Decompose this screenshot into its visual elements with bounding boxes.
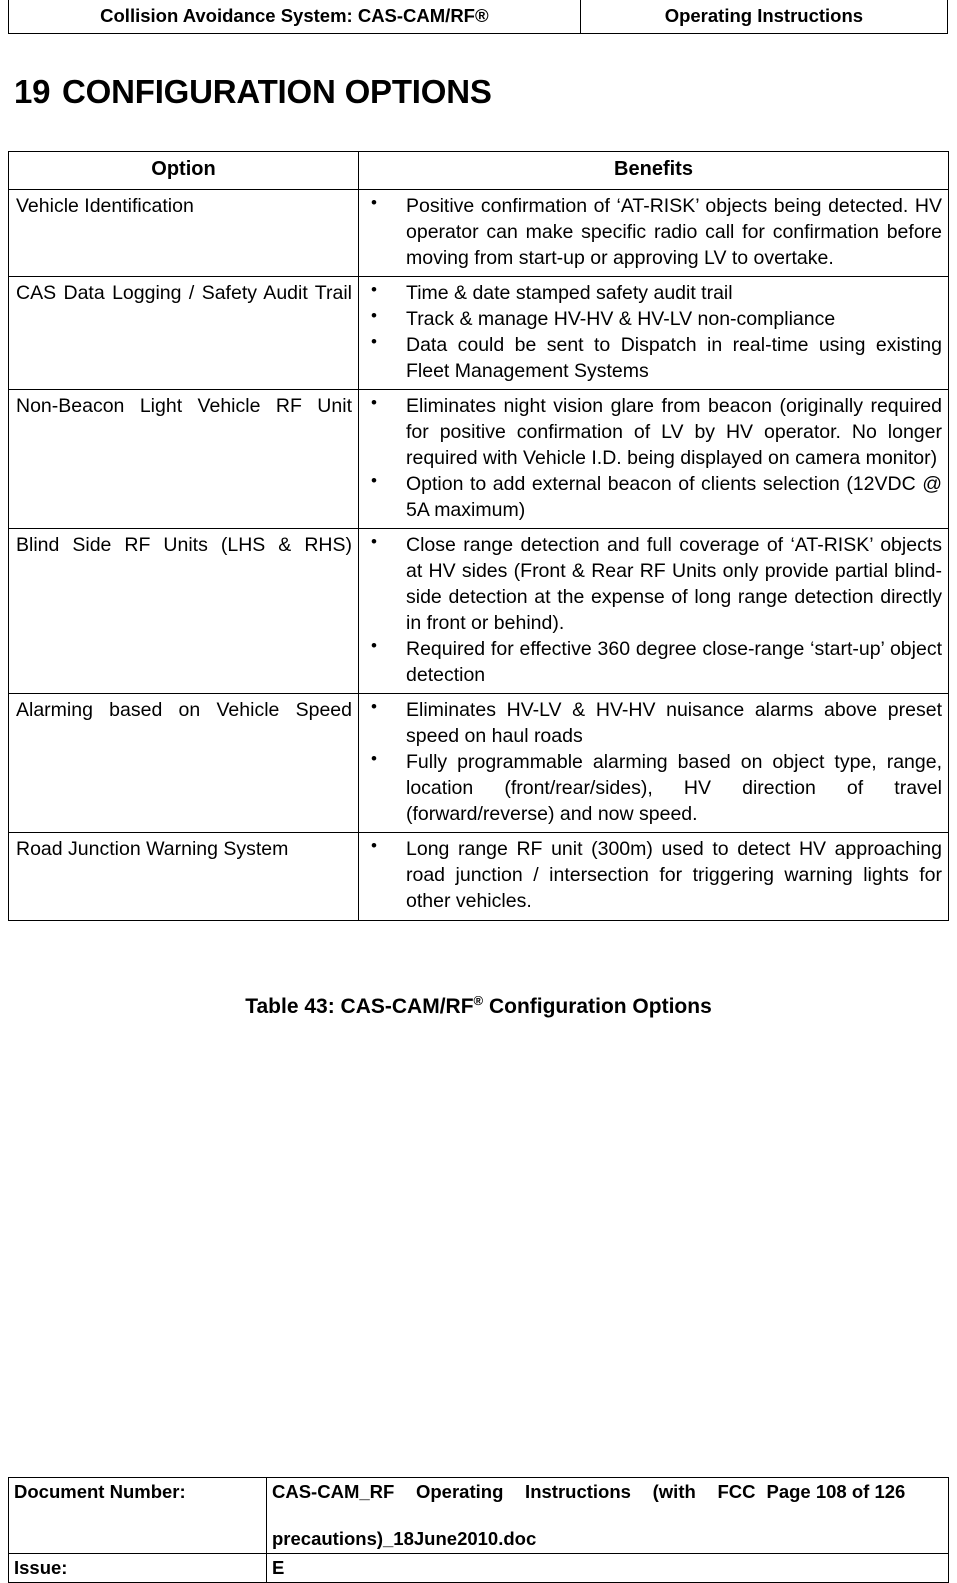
option-cell: Blind Side RF Units (LHS & RHS) <box>8 528 359 695</box>
benefits-list: Time & date stamped safety audit trail T… <box>359 277 948 389</box>
benefits-list: Long range RF unit (300m) used to detect… <box>359 833 948 919</box>
header-right-title: Operating Instructions <box>664 5 864 26</box>
benefit-item: Track & manage HV-HV & HV-LV non-complia… <box>359 305 942 332</box>
benefits-cell: Close range detection and full coverage … <box>358 528 949 695</box>
option-name: Alarming based on Vehicle Speed <box>16 699 352 722</box>
benefits-cell: Positive confirmation of ‘AT-RISK’ objec… <box>358 188 949 277</box>
footer-docnumber-line1: CAS-CAM_RF Operating Instructions (with … <box>272 1481 756 1502</box>
benefits-cell: Long range RF unit (300m) used to detect… <box>358 832 949 921</box>
benefit-item: Data could be sent to Dispatch in real-t… <box>359 331 942 384</box>
benefits-cell: Eliminates HV-LV & HV-HV nuisance alarms… <box>358 693 949 834</box>
footer-issue-row: Issue: E <box>8 1553 949 1583</box>
caption-registered-icon: ® <box>473 993 484 1008</box>
table-row: Alarming based on Vehicle Speed Eliminat… <box>8 693 949 834</box>
configuration-options-table: Option Benefits Vehicle Identification P… <box>8 151 949 921</box>
column-header-benefits: Benefits <box>358 151 949 190</box>
footer-docnumber-value: CAS-CAM_RF Operating Instructions (with … <box>266 1476 759 1555</box>
option-name: CAS Data Logging / Safety Audit Trail <box>16 281 352 304</box>
caption-prefix: Table 43: CAS-CAM/RF <box>245 995 474 1018</box>
benefit-item: Fully programmable alarming based on obj… <box>359 748 942 827</box>
footer-issue-label: Issue: <box>8 1553 267 1583</box>
option-cell: Vehicle Identification <box>8 188 359 277</box>
benefit-item: Time & date stamped safety audit trail <box>359 279 942 306</box>
benefits-list: Positive confirmation of ‘AT-RISK’ objec… <box>359 190 948 276</box>
document-page: Collision Avoidance System: CAS-CAM/RF® … <box>0 0 957 1583</box>
footer-page-number: Page 108 of 126 <box>758 1476 949 1555</box>
table-row: Vehicle Identification Positive confirma… <box>8 188 949 277</box>
benefit-item: Required for effective 360 degree close-… <box>359 635 942 688</box>
option-name: Vehicle Identification <box>16 194 194 217</box>
benefit-item: Eliminates night vision glare from beaco… <box>359 392 942 471</box>
header-left-title: Collision Avoidance System: CAS-CAM/RF® <box>9 0 581 34</box>
table-header-row: Option Benefits <box>8 151 949 190</box>
footer-docnumber-row: Document Number: CAS-CAM_RF Operating In… <box>8 1476 949 1555</box>
section-number: 19 <box>14 73 51 110</box>
benefit-item: Eliminates HV-LV & HV-HV nuisance alarms… <box>359 696 942 749</box>
footer-issue-value: E <box>266 1553 759 1583</box>
column-header-option: Option <box>8 151 359 190</box>
section-title: CONFIGURATION OPTIONS <box>62 73 492 110</box>
footer-spacer-cell <box>758 1553 949 1583</box>
benefit-item: Option to add external beacon of clients… <box>359 470 942 523</box>
document-footer: Document Number: CAS-CAM_RF Operating In… <box>8 1476 949 1583</box>
table-row: Blind Side RF Units (LHS & RHS) Close ra… <box>8 528 949 695</box>
benefit-item: Long range RF unit (300m) used to detect… <box>359 835 942 914</box>
option-name: Blind Side RF Units (LHS & RHS) <box>16 534 352 557</box>
footer-docnumber-label: Document Number: <box>8 1476 267 1555</box>
benefits-cell: Time & date stamped safety audit trail T… <box>358 275 949 390</box>
benefits-cell: Eliminates night vision glare from beaco… <box>358 388 949 530</box>
caption-suffix: Configuration Options <box>483 995 712 1018</box>
benefits-list: Eliminates night vision glare from beaco… <box>359 390 948 528</box>
table-caption: Table 43: CAS-CAM/RF® Configuration Opti… <box>0 993 957 1019</box>
document-header: Collision Avoidance System: CAS-CAM/RF® … <box>8 0 948 35</box>
section-heading: 19 CONFIGURATION OPTIONS <box>14 73 492 111</box>
table-row: Non-Beacon Light Vehicle RF Unit Elimina… <box>8 388 949 530</box>
table-row: Road Junction Warning System Long range … <box>8 832 949 921</box>
option-cell: Non-Beacon Light Vehicle RF Unit <box>8 388 359 530</box>
table-row: CAS Data Logging / Safety Audit Trail Ti… <box>8 275 949 390</box>
option-cell: Alarming based on Vehicle Speed <box>8 693 359 834</box>
benefit-item: Close range detection and full coverage … <box>359 531 942 636</box>
benefits-list: Close range detection and full coverage … <box>359 529 948 693</box>
benefits-list: Eliminates HV-LV & HV-HV nuisance alarms… <box>359 694 948 832</box>
option-name: Road Junction Warning System <box>16 838 289 861</box>
option-cell: Road Junction Warning System <box>8 832 359 921</box>
benefit-item: Positive confirmation of ‘AT-RISK’ objec… <box>359 192 942 271</box>
footer-docnumber-line2: precautions)_18June2010.doc <box>272 1528 537 1550</box>
option-cell: CAS Data Logging / Safety Audit Trail <box>8 275 359 390</box>
option-name: Non-Beacon Light Vehicle RF Unit <box>16 394 352 417</box>
